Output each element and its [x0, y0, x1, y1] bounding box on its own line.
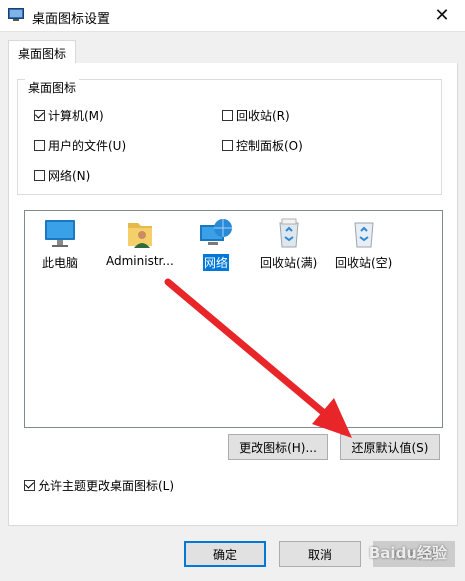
icon-label: Administr... — [106, 254, 174, 268]
restore-default-button[interactable]: 还原默认值(S) — [340, 434, 440, 460]
checkbox-allow-themes-label: 允许主题更改桌面图标(L) — [38, 479, 175, 493]
close-button[interactable]: ✕ — [419, 0, 465, 31]
checkbox-control-panel[interactable]: 控制面板(O) — [222, 137, 303, 154]
icon-label: 网络 — [202, 254, 229, 271]
change-icon-button[interactable]: 更改图标(H)... — [228, 434, 328, 460]
cancel-button[interactable]: 取消 — [279, 541, 361, 567]
computer-icon — [45, 220, 75, 247]
desktop-settings-icon — [8, 8, 24, 21]
checkbox-allow-themes[interactable]: 允许主题更改桌面图标(L) — [24, 477, 174, 494]
checkbox-recycle-bin[interactable]: 回收站(R) — [222, 107, 290, 124]
checkbox-allow-themes-box[interactable] — [24, 480, 35, 491]
window-title: 桌面图标设置 — [32, 12, 111, 27]
list-item-this-pc[interactable]: 此电脑 — [41, 211, 79, 271]
list-item-recycle-bin-empty[interactable]: 回收站(空) — [334, 211, 393, 271]
list-item-recycle-bin-full[interactable]: 回收站(满) — [259, 211, 318, 271]
checkbox-network[interactable]: 网络(N) — [34, 167, 90, 184]
checkbox-recycle-bin-label: 回收站(R) — [236, 109, 290, 123]
group-legend: 桌面图标 — [25, 79, 80, 96]
close-icon: ✕ — [434, 5, 450, 26]
network-icon — [200, 219, 232, 245]
ok-button[interactable]: 确定 — [184, 541, 266, 567]
checkbox-network-box[interactable] — [34, 170, 45, 181]
recycle-bin-full-icon — [279, 218, 299, 248]
icon-label: 此电脑 — [42, 256, 79, 270]
checkbox-control-panel-label: 控制面板(O) — [236, 139, 303, 153]
checkbox-network-label: 网络(N) — [48, 169, 91, 183]
list-item-network[interactable]: 网络 — [198, 211, 234, 271]
user-folder-icon — [127, 223, 152, 248]
list-item-administrator[interactable]: Administr... — [105, 211, 175, 268]
recycle-bin-empty-icon — [354, 222, 374, 248]
checkbox-user-files-label: 用户的文件(U) — [48, 139, 127, 153]
checkbox-computer[interactable]: 计算机(M) — [34, 107, 104, 124]
tab-desktop-icons[interactable]: 桌面图标 — [8, 40, 76, 65]
icon-list[interactable]: 此电脑 Administr... 网络 回收站(满) 回收站(空) — [24, 210, 443, 428]
checkbox-control-panel-box[interactable] — [222, 140, 233, 151]
icon-label: 回收站(满) — [260, 256, 318, 270]
checkbox-user-files-box[interactable] — [34, 140, 45, 151]
checkbox-recycle-bin-box[interactable] — [222, 110, 233, 121]
title-bar: 桌面图标设置 ✕ — [0, 0, 465, 32]
checkbox-computer-box[interactable] — [34, 110, 45, 121]
icon-label: 回收站(空) — [335, 256, 393, 270]
watermark: Baidu经验 — [368, 544, 447, 562]
checkbox-computer-label: 计算机(M) — [48, 109, 104, 123]
checkbox-user-files[interactable]: 用户的文件(U) — [34, 137, 126, 154]
